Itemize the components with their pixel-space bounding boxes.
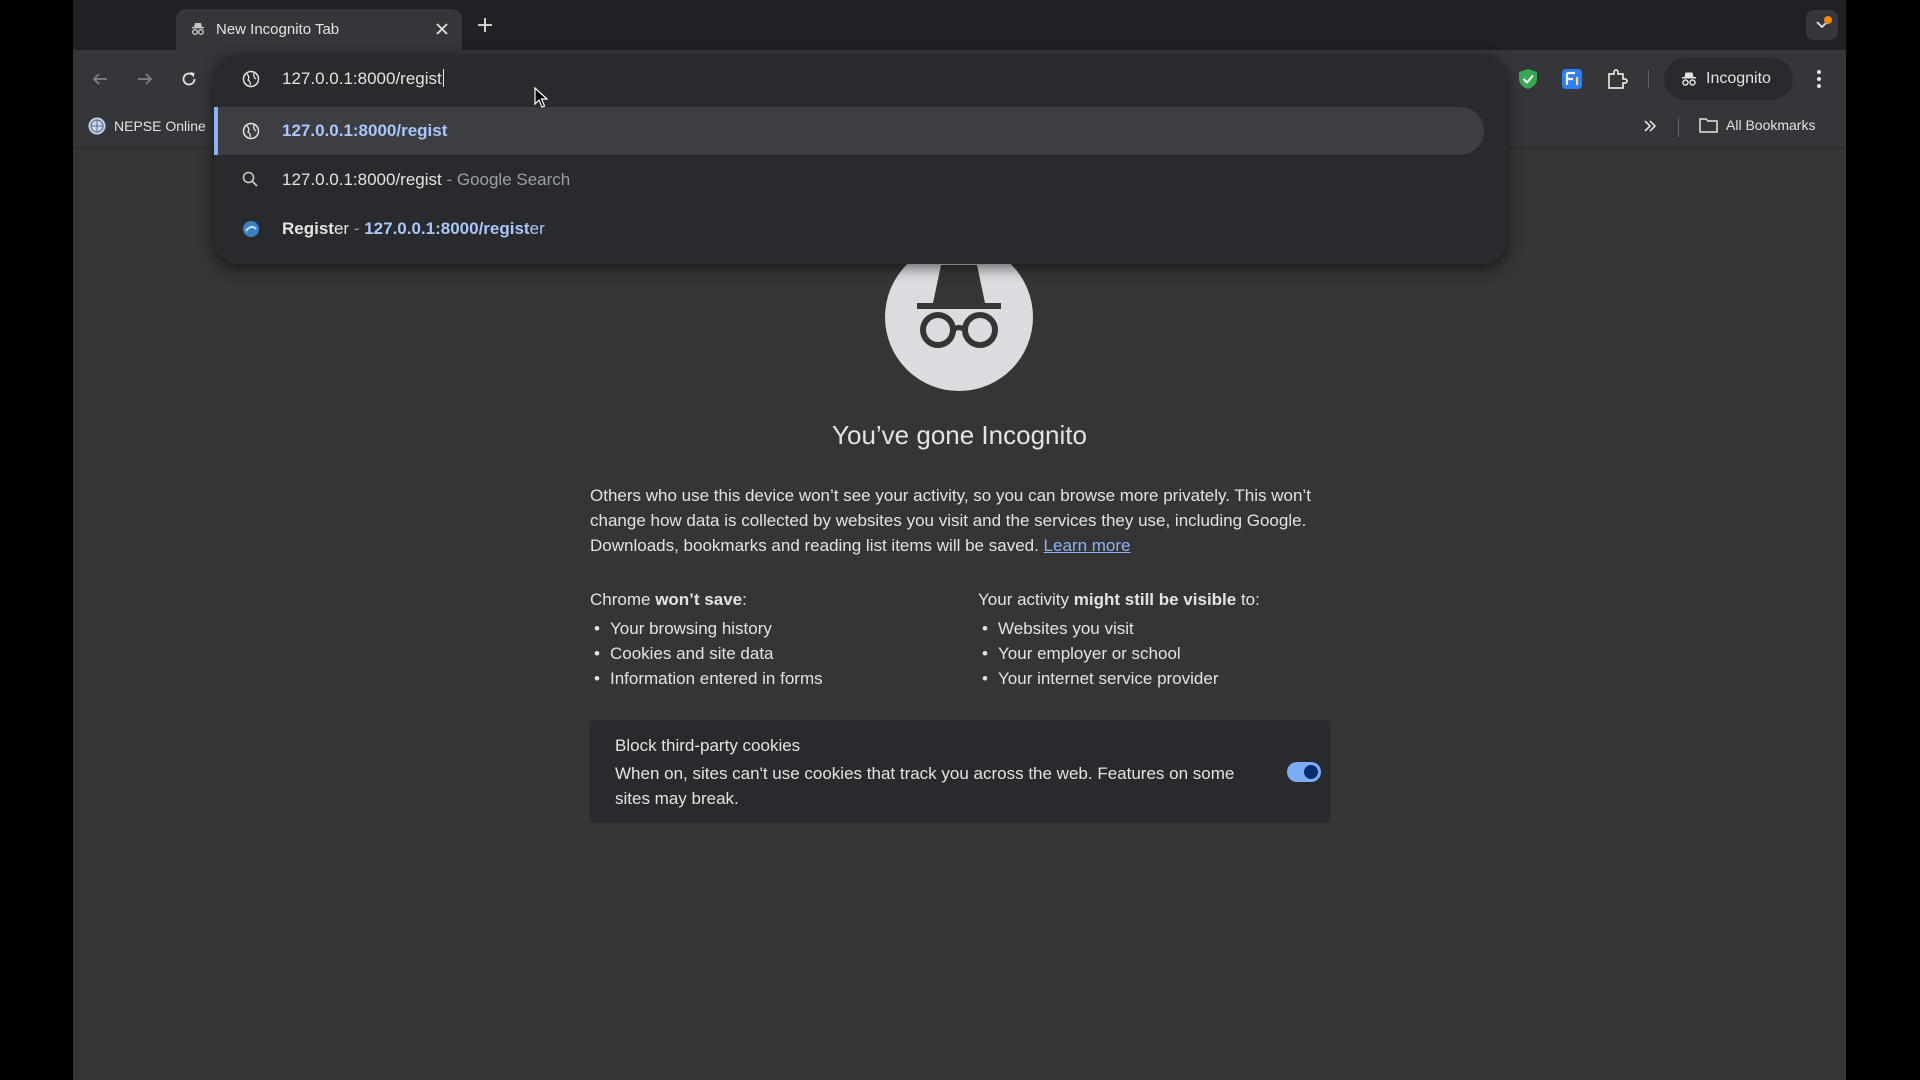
- tab-strip: New Incognito Tab: [73, 0, 1846, 50]
- tab-new-incognito[interactable]: New Incognito Tab: [176, 9, 462, 50]
- tab-title: New Incognito Tab: [216, 21, 340, 38]
- three-dots-menu-icon: [1817, 70, 1821, 88]
- suggestion-search-text: 127.0.0.1:8000/regist - Google Search: [282, 170, 571, 189]
- incognito-new-tab-page: You’ve gone Incognito Others who use thi…: [73, 150, 1846, 1080]
- bookmark-nepse-online[interactable]: NEPSE Online: [88, 117, 206, 135]
- wont-save-heading: Chrome won’t save:: [590, 590, 747, 609]
- globe-favicon-icon: [88, 117, 106, 135]
- might-be-visible-heading: Your activity might still be visible to:: [978, 590, 1260, 609]
- shield-extension-button[interactable]: [1512, 63, 1544, 95]
- incognito-label: Incognito: [1706, 70, 1771, 87]
- browser-window: New Incognito Tab Incognito NEPSE Online…: [73, 0, 1846, 1080]
- reload-button[interactable]: [173, 63, 205, 95]
- incognito-icon: [1682, 72, 1696, 86]
- forward-arrow-icon: [138, 73, 153, 85]
- selection-indicator: [214, 107, 218, 155]
- globe-icon: [242, 122, 260, 140]
- back-button[interactable]: [84, 63, 116, 95]
- toggle-knob: [1304, 765, 1318, 779]
- globe-icon: [242, 70, 260, 88]
- address-bar[interactable]: 127.0.0.1:8000/regist: [214, 55, 1507, 103]
- forward-button[interactable]: [129, 63, 161, 95]
- suggestion-history-register[interactable]: Register - 127.0.0.1:8000/register: [214, 205, 1484, 253]
- shield-extension-icon: [1519, 69, 1537, 89]
- suggestion-url[interactable]: 127.0.0.1:8000/regist: [214, 107, 1484, 155]
- search-icon: [242, 171, 258, 187]
- might-be-visible-section: Your activity might still be visible to:…: [978, 587, 1260, 691]
- all-bookmarks-label: All Bookmarks: [1726, 117, 1816, 133]
- reload-icon: [182, 72, 196, 86]
- double-chevron-right-icon: [1644, 120, 1657, 132]
- tab-search-button[interactable]: [1806, 10, 1838, 40]
- new-tab-button[interactable]: [471, 11, 499, 39]
- close-icon: [436, 23, 448, 35]
- page-title: You’ve gone Incognito: [832, 420, 1087, 450]
- plus-icon: [478, 18, 492, 32]
- notification-dot: [1824, 16, 1832, 24]
- description-text: Others who use this device won’t see you…: [590, 486, 1311, 555]
- all-bookmarks-button[interactable]: All Bookmarks: [1699, 117, 1815, 133]
- translate-extension-icon: [1562, 69, 1582, 89]
- learn-more-link[interactable]: Learn more: [1044, 536, 1131, 555]
- incognito-description: Others who use this device won’t see you…: [590, 483, 1330, 558]
- list-item: Your employer or school: [978, 641, 1260, 666]
- cookies-description: When on, sites can't use cookies that tr…: [615, 764, 1235, 808]
- list-item: Your internet service provider: [978, 666, 1260, 691]
- translate-extension-button[interactable]: [1556, 63, 1588, 95]
- list-item: Your browsing history: [590, 616, 823, 641]
- folder-icon: [1699, 118, 1718, 133]
- toolbar-divider: [1648, 70, 1649, 88]
- more-bookmarks-button[interactable]: [1642, 118, 1658, 139]
- suggestion-url-text: 127.0.0.1:8000/regist: [282, 121, 448, 140]
- bookmarks-divider: [1678, 117, 1679, 137]
- suggestion-search[interactable]: 127.0.0.1:8000/regist - Google Search: [214, 156, 1484, 204]
- omnibox-dropdown: 127.0.0.1:8000/regist 127.0.0.1:8000/reg…: [214, 55, 1507, 264]
- block-cookies-toggle[interactable]: [1287, 762, 1321, 782]
- list-item: Cookies and site data: [590, 641, 823, 666]
- site-favicon-icon: [243, 221, 259, 237]
- list-item: Information entered in forms: [590, 666, 823, 691]
- mouse-cursor-icon: [534, 87, 548, 108]
- chrome-menu-button[interactable]: [1803, 63, 1835, 95]
- list-item: Websites you visit: [978, 616, 1260, 641]
- puzzle-extensions-icon: [1608, 69, 1628, 89]
- extensions-button[interactable]: [1601, 63, 1633, 95]
- wont-save-section: Chrome won’t save: Your browsing history…: [590, 587, 823, 691]
- incognito-hero-icon: [885, 243, 1033, 391]
- third-party-cookies-card: Block third-party cookies When on, sites…: [590, 720, 1330, 823]
- back-arrow-icon: [92, 73, 107, 85]
- incognito-icon: [192, 23, 204, 35]
- incognito-profile-chip[interactable]: Incognito: [1664, 58, 1793, 100]
- address-input[interactable]: 127.0.0.1:8000/regist: [282, 69, 444, 89]
- close-tab-button[interactable]: [430, 17, 454, 41]
- cookies-title: Block third-party cookies: [615, 736, 801, 755]
- bookmark-label: NEPSE Online: [114, 118, 206, 134]
- suggestion-history-text: Register - 127.0.0.1:8000/register: [282, 219, 545, 238]
